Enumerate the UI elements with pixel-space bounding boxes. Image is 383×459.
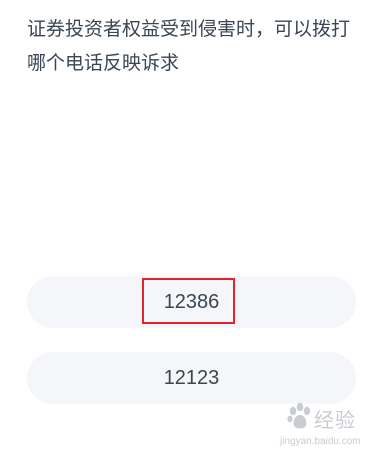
watermark-brand-text: 经验 <box>314 408 356 432</box>
question-text: 证券投资者权益受到侵害时，可以拨打哪个电话反映诉求 <box>27 18 351 74</box>
answer-option-1[interactable]: 12386 <box>27 276 356 328</box>
answer-option-1-label: 12386 <box>163 290 220 313</box>
watermark-url: jingyan.baidu.com <box>280 436 361 447</box>
baidu-paw-icon <box>286 402 314 436</box>
answer-option-2-label: 12123 <box>163 366 220 389</box>
baidu-jingyan-watermark: 经验 jingyan.baidu.com <box>278 402 378 454</box>
answer-option-2[interactable]: 12123 <box>27 352 356 404</box>
